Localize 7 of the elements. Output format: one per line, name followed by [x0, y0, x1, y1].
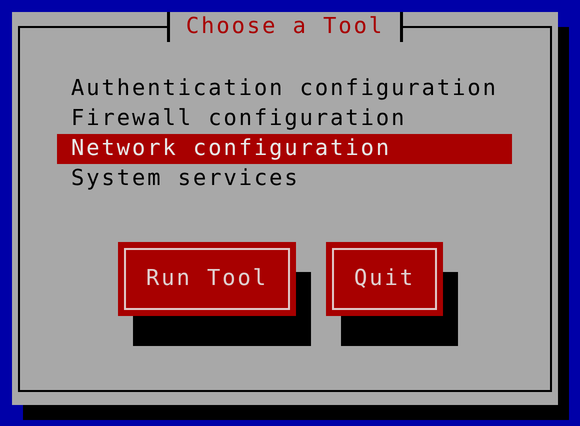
tool-list-item[interactable]: System services [57, 164, 512, 194]
tool-list-item[interactable]: Authentication configuration [57, 74, 512, 104]
run-tool-button[interactable]: Run Tool [118, 242, 296, 316]
tool-list-item[interactable]: Firewall configuration [57, 104, 512, 134]
tool-list-item[interactable]: Network configuration [57, 134, 512, 164]
quit-button[interactable]: Quit [326, 242, 443, 316]
dialog-title: Choose a Tool [166, 12, 404, 42]
